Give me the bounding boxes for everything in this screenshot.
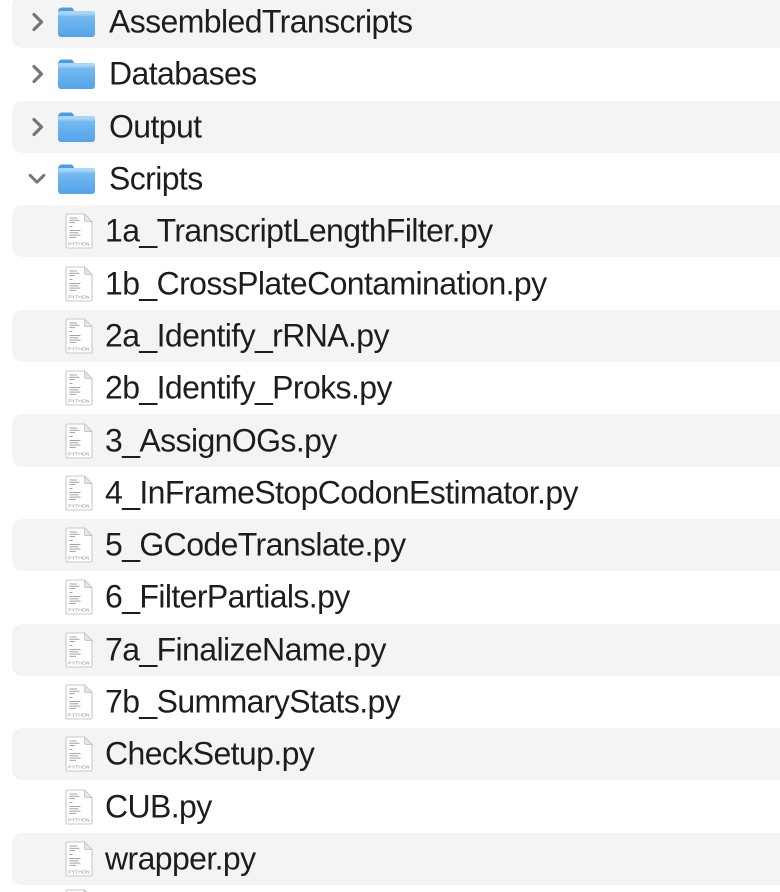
file-row[interactable]: PYTHON CUB.py bbox=[0, 780, 780, 832]
file-name[interactable]: 7b_SummaryStats.py bbox=[105, 684, 400, 721]
python-file-icon: PYTHON bbox=[64, 317, 94, 355]
file-name[interactable]: CheckSetup.py bbox=[105, 736, 314, 773]
python-file-icon: PYTHON bbox=[64, 212, 94, 250]
folder-icon bbox=[56, 5, 97, 39]
file-name[interactable]: 2a_Identify_rRNA.py bbox=[105, 317, 389, 354]
file-row[interactable]: PYTHON 2a_Identify_rRNA.py bbox=[0, 310, 780, 362]
folder-name[interactable]: AssembledTranscripts bbox=[109, 4, 412, 41]
svg-text:PYTHON: PYTHON bbox=[68, 660, 90, 666]
file-row[interactable]: PYTHON 6_FilterPartials.py bbox=[0, 571, 780, 623]
folder-row[interactable]: AssembledTranscripts bbox=[0, 0, 780, 48]
file-row[interactable]: PYTHON 3_AssignOGs.py bbox=[0, 414, 780, 466]
file-name[interactable]: 5_GCodeTranslate.py bbox=[105, 527, 405, 564]
python-file-icon: PYTHON bbox=[64, 683, 94, 721]
file-name[interactable]: 4_InFrameStopCodonEstimator.py bbox=[105, 474, 578, 511]
svg-text:PYTHON: PYTHON bbox=[68, 608, 90, 614]
svg-text:PYTHON: PYTHON bbox=[68, 346, 90, 352]
file-row[interactable]: PYTHON 4_InFrameStopCodonEstimator.py bbox=[0, 467, 780, 519]
svg-text:PYTHON: PYTHON bbox=[68, 503, 90, 509]
file-name[interactable]: 1a_TranscriptLengthFilter.py bbox=[105, 213, 493, 250]
file-row[interactable]: PYTHON 7b_SummaryStats.py bbox=[0, 676, 780, 728]
python-file-icon: PYTHON bbox=[64, 265, 94, 303]
file-name[interactable]: 1b_CrossPlateContamination.py bbox=[105, 265, 547, 302]
folder-row[interactable]: Output bbox=[0, 101, 780, 153]
svg-text:PYTHON: PYTHON bbox=[68, 451, 90, 457]
python-file-icon: PYTHON bbox=[64, 788, 94, 826]
folder-row[interactable]: Scripts bbox=[0, 153, 780, 205]
python-file-icon: PYTHON bbox=[64, 474, 94, 512]
folder-icon bbox=[56, 57, 97, 91]
svg-text:PYTHON: PYTHON bbox=[68, 869, 90, 875]
python-file-icon: PYTHON bbox=[64, 888, 94, 892]
chevron-right-icon[interactable] bbox=[26, 8, 48, 36]
svg-text:PYTHON: PYTHON bbox=[68, 556, 90, 562]
folder-name[interactable]: Output bbox=[109, 108, 201, 145]
chevron-down-icon[interactable] bbox=[26, 165, 48, 193]
file-row[interactable]: PYTHON 2b_Identify_Proks.py bbox=[0, 362, 780, 414]
file-row[interactable]: PYTHON CheckSetup.py bbox=[0, 728, 780, 780]
python-file-icon: PYTHON bbox=[64, 578, 94, 616]
file-row[interactable]: PYTHON 1b_CrossPlateContamination.py bbox=[0, 257, 780, 309]
python-file-icon: PYTHON bbox=[64, 422, 94, 460]
file-name[interactable]: 7a_FinalizeName.py bbox=[105, 631, 386, 668]
python-file-icon: PYTHON bbox=[64, 735, 94, 773]
file-row[interactable]: PYTHON wrapper.py bbox=[0, 833, 780, 885]
file-name[interactable]: CUB.py bbox=[105, 788, 212, 825]
python-file-icon: PYTHON bbox=[64, 526, 94, 564]
chevron-right-icon[interactable] bbox=[26, 113, 48, 141]
file-row[interactable]: PYTHON 5_GCodeTranslate.py bbox=[0, 519, 780, 571]
folder-name[interactable]: Scripts bbox=[109, 161, 203, 198]
svg-text:PYTHON: PYTHON bbox=[68, 294, 90, 300]
svg-text:PYTHON: PYTHON bbox=[68, 242, 90, 248]
chevron-right-icon[interactable] bbox=[26, 60, 48, 88]
svg-text:PYTHON: PYTHON bbox=[68, 765, 90, 771]
file-row[interactable]: PYTHON bbox=[0, 885, 780, 892]
folder-row[interactable]: Databases bbox=[0, 48, 780, 100]
file-name[interactable]: 3_AssignOGs.py bbox=[105, 422, 337, 459]
file-name[interactable]: 6_FilterPartials.py bbox=[105, 579, 350, 616]
file-name[interactable]: 2b_Identify_Proks.py bbox=[105, 370, 392, 407]
python-file-icon: PYTHON bbox=[64, 631, 94, 669]
file-name[interactable]: wrapper.py bbox=[105, 840, 256, 877]
file-list-rows: AssembledTranscripts Databases Output Scrip… bbox=[0, 0, 780, 892]
file-row[interactable]: PYTHON 1a_TranscriptLengthFilter.py bbox=[0, 205, 780, 257]
finder-file-list: AssembledTranscripts Databases Output Scrip… bbox=[0, 0, 780, 892]
python-file-icon: PYTHON bbox=[64, 369, 94, 407]
folder-icon bbox=[56, 162, 97, 196]
folder-icon bbox=[56, 110, 97, 144]
python-file-icon: PYTHON bbox=[64, 840, 94, 878]
svg-text:PYTHON: PYTHON bbox=[68, 399, 90, 405]
svg-text:PYTHON: PYTHON bbox=[68, 713, 90, 719]
file-row[interactable]: PYTHON 7a_FinalizeName.py bbox=[0, 624, 780, 676]
folder-name[interactable]: Databases bbox=[109, 56, 257, 93]
svg-text:PYTHON: PYTHON bbox=[68, 817, 90, 823]
